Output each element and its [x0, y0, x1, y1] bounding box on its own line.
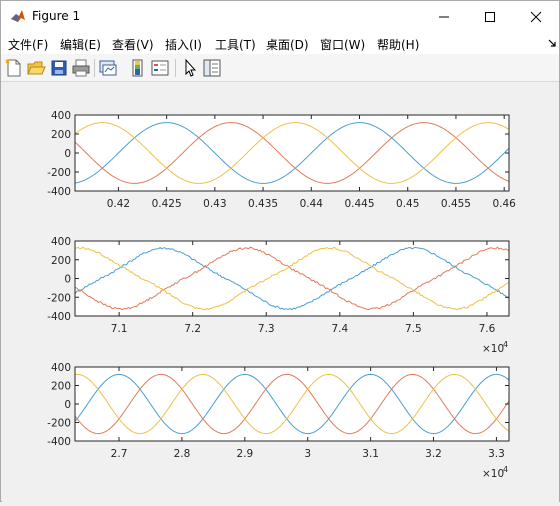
x-tick-label: 2.9 [236, 448, 253, 460]
x-tick-label: 0.46 [492, 198, 516, 210]
title-bar[interactable]: Figure 1 [1, 1, 559, 32]
y-tick-label: -200 [47, 167, 71, 179]
maximize-icon [485, 11, 495, 22]
link-plot-icon[interactable] [98, 58, 118, 78]
print-icon[interactable] [71, 58, 91, 78]
menu-file[interactable]: 文件(F) [8, 36, 48, 53]
dock-arrow-icon[interactable] [548, 39, 557, 48]
open-file-icon[interactable] [26, 58, 46, 78]
x-tick-label: 0.455 [441, 198, 471, 210]
y-tick-label: 0 [64, 148, 71, 160]
y-tick-label: -400 [47, 186, 71, 198]
x-tick-label: 0.425 [152, 198, 182, 210]
y-tick-label: 200 [51, 255, 71, 267]
menu-tools[interactable]: 工具(T) [215, 36, 256, 53]
menu-edit[interactable]: 编辑(E) [60, 36, 101, 53]
x-exponent-power: 4 [503, 465, 508, 474]
x-exponent-label: ×10 [482, 343, 504, 355]
figure-canvas[interactable]: -400 -200 0 200 400 0.42 0.425 0.43 0.435 0.44 0.4… [2, 83, 559, 502]
y-tick-label: -200 [47, 418, 71, 430]
save-icon[interactable] [49, 58, 69, 78]
x-tick-label: 3.2 [425, 448, 442, 460]
x-tick-label: 7.6 [479, 323, 496, 335]
insert-legend-icon[interactable] [150, 58, 170, 78]
y-tick-label: 0 [64, 274, 71, 286]
x-tick-label: 3 [304, 448, 311, 460]
x-tick-label: 2.7 [111, 448, 128, 460]
y-tick-label: 0 [64, 399, 71, 411]
property-inspector-icon[interactable] [202, 58, 222, 78]
x-tick-label: 3.1 [362, 448, 379, 460]
toolbar-separator [175, 59, 176, 77]
menu-view[interactable]: 查看(V) [112, 36, 154, 53]
figure-window: Figure 1 文件(F) 编辑(E) 查看(V) 插入(I) 工具(T) 桌… [0, 0, 560, 502]
y-tick-label: 200 [51, 129, 71, 141]
pointer-icon[interactable] [180, 58, 200, 78]
y-tick-label: -400 [47, 436, 71, 448]
x-tick-label: 0.445 [344, 198, 374, 210]
y-tick-label: 200 [51, 381, 71, 393]
x-tick-label: 0.43 [203, 198, 226, 210]
x-tick-label: 7.3 [258, 323, 275, 335]
y-tick-label: 400 [51, 236, 71, 248]
x-exponent-power: 4 [503, 340, 508, 349]
x-tick-label: 7.4 [331, 323, 348, 335]
y-tick-label: 400 [51, 110, 71, 122]
new-figure-icon[interactable] [4, 58, 24, 78]
menu-insert[interactable]: 插入(I) [165, 36, 202, 53]
matlab-logo-icon [11, 10, 25, 22]
figure-toolbar [1, 54, 559, 82]
axes-1[interactable] [75, 115, 509, 191]
plots-svg: -400-20002004000.42 0.425 0.43 0.435 0.44 0.4… [47, 110, 516, 480]
insert-colorbar-icon[interactable] [128, 58, 148, 78]
y-tick-label: -400 [47, 311, 71, 323]
x-tick-label: 0.45 [396, 198, 419, 210]
menu-desktop[interactable]: 桌面(D) [266, 36, 309, 53]
toolbar-separator [94, 59, 95, 77]
minimize-button[interactable] [421, 1, 467, 32]
x-tick-label: 7.5 [405, 323, 422, 335]
x-tick-label: 7.2 [184, 323, 201, 335]
y-tick-label: 400 [51, 362, 71, 374]
x-tick-label: 3.3 [488, 448, 505, 460]
x-tick-label: 0.42 [107, 198, 130, 210]
menu-help[interactable]: 帮助(H) [377, 36, 419, 53]
y-tick-label: -200 [47, 292, 71, 304]
close-icon [530, 11, 542, 22]
x-tick-label: 7.1 [111, 323, 128, 335]
menu-bar: 文件(F) 编辑(E) 查看(V) 插入(I) 工具(T) 桌面(D) 窗口(W… [1, 32, 559, 54]
close-button[interactable] [513, 1, 559, 32]
window-title: Figure 1 [32, 9, 81, 23]
x-exponent-label: ×10 [482, 468, 504, 480]
menu-window[interactable]: 窗口(W) [320, 36, 365, 53]
minimize-icon [439, 16, 449, 17]
x-tick-label: 0.44 [300, 198, 324, 210]
maximize-button[interactable] [467, 1, 513, 32]
x-tick-label: 2.8 [174, 448, 191, 460]
x-tick-label: 0.435 [248, 198, 278, 210]
